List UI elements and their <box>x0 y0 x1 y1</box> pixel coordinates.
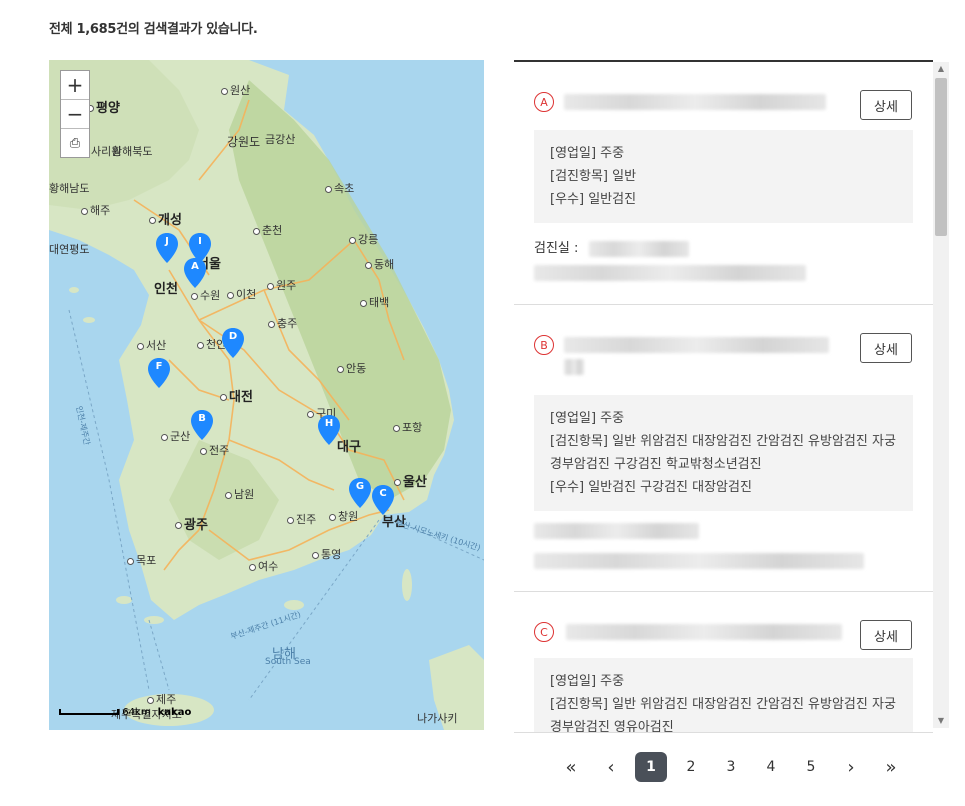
map-label-jinju: 진주 <box>287 511 316 527</box>
map-label-ulsan: 울산 <box>394 471 427 490</box>
map-label-hwanghaenamdo: 황해남도 <box>49 182 90 195</box>
map-label-gangwondo: 강원도 <box>227 135 261 149</box>
map-label-chungju: 충주 <box>268 315 297 331</box>
scroll-down-icon[interactable]: ▼ <box>933 714 949 728</box>
map-label-suwon: 수원 <box>191 287 220 303</box>
map-label-seosan: 서산 <box>137 337 166 353</box>
item-badge: A <box>534 92 554 112</box>
map-label-tongyeong: 통영 <box>312 546 341 562</box>
map-marker-d[interactable]: D <box>222 328 244 358</box>
item-address <box>534 553 913 573</box>
map-label-gangneung: 강릉 <box>349 231 378 247</box>
item-room-redacted <box>588 240 689 257</box>
item-address <box>534 264 913 285</box>
map-label-daejeon: 대전 <box>220 386 253 405</box>
map-label-yeosu: 여수 <box>249 558 278 574</box>
map-label-jeju: 제주 <box>147 691 176 707</box>
map-marker-b[interactable]: B <box>191 410 213 440</box>
scrollbar-thumb[interactable] <box>935 78 947 236</box>
item-address-redacted <box>534 264 806 281</box>
item-info: [영업일] 주중 [검진항목] 일반 위암검진 대장암검진 간암검진 유방암검진… <box>534 658 913 732</box>
zoom-in-button[interactable]: + <box>61 71 89 100</box>
first-page-button[interactable]: « <box>555 752 587 782</box>
map-label-geumgangsan: 금강산 <box>265 133 296 146</box>
page-2-button[interactable]: 2 <box>675 752 707 782</box>
page-5-button[interactable]: 5 <box>795 752 827 782</box>
item-badge: C <box>534 622 554 642</box>
map-label-gunsan: 군산 <box>161 428 190 444</box>
map-label-gwangju: 광주 <box>175 514 208 533</box>
map-scale: 64km kakao <box>59 707 191 718</box>
item-address-redacted <box>534 553 864 569</box>
page-3-button[interactable]: 3 <box>715 752 747 782</box>
detail-button[interactable]: 상세 <box>860 620 912 650</box>
map-marker-h[interactable]: H <box>318 415 340 445</box>
list-item: B 상세 [영업일] 주중 [검진항목] 일반 위암검진 대장암검진 간암검진 … <box>514 305 933 592</box>
map-label-haeju: 해주 <box>81 202 110 218</box>
scroll-up-icon[interactable]: ▲ <box>933 62 949 76</box>
item-title-redacted <box>566 624 842 640</box>
map-label-kaesong: 개성 <box>149 209 182 228</box>
detail-button[interactable]: 상세 <box>860 333 912 363</box>
item-room-redacted <box>534 523 699 539</box>
map-label-changwon: 창원 <box>329 508 358 524</box>
map-label-taebaek: 태백 <box>360 294 389 310</box>
map-provider-logo: kakao <box>157 707 192 718</box>
prev-page-button[interactable]: ‹ <box>595 752 627 782</box>
map-label-sokcho: 속초 <box>325 180 354 196</box>
map-marker-c[interactable]: C <box>372 485 394 515</box>
map-label-donghae: 동해 <box>365 256 394 272</box>
map-marker-j[interactable]: J <box>156 233 178 263</box>
map-label-incheon: 인천 <box>154 282 178 297</box>
pagination: « ‹ 1 2 3 4 5 › » <box>555 752 915 782</box>
last-page-button[interactable]: » <box>875 752 907 782</box>
item-title-redacted <box>564 337 829 353</box>
map-marker-a[interactable]: A <box>184 258 206 288</box>
map-label-wonju: 원주 <box>267 277 296 293</box>
map-label-namwon: 남원 <box>225 486 254 502</box>
item-title-redacted <box>564 94 826 110</box>
zoom-out-button[interactable]: − <box>61 100 89 129</box>
map-label-jeonju: 전주 <box>200 442 229 458</box>
list-item: A 상세 [영업일] 주중 [검진항목] 일반 [우수] 일반검진 검진실 : <box>514 62 933 305</box>
detail-button[interactable]: 상세 <box>860 90 912 120</box>
map-label-chuncheon: 춘천 <box>253 222 282 238</box>
map-marker-g[interactable]: G <box>349 478 371 508</box>
map-label-pyongyang: 평양 <box>87 97 120 116</box>
map-label-icheon: 이천 <box>227 286 256 302</box>
result-count: 전체 1,685건의 검색결과가 있습니다. <box>49 22 258 37</box>
map-marker-f[interactable]: F <box>148 358 170 388</box>
map-label-nagasaki: 나가사키 <box>417 712 458 725</box>
item-info: [영업일] 주중 [검진항목] 일반 [우수] 일반검진 <box>534 130 913 223</box>
map-label-yeonpyeongdo: 대연평도 <box>49 243 90 256</box>
scale-bar <box>59 709 119 715</box>
item-title-redacted <box>564 359 584 375</box>
map-label-hwanghaebukdo: 황해북도 <box>112 145 153 158</box>
page-1-button[interactable]: 1 <box>635 752 667 782</box>
map[interactable]: 평양 사리원 황해북도 황해남도 해주 개성 원산 강원도 금강산 속초 강릉 … <box>49 60 484 730</box>
item-room: 검진실 : <box>534 237 913 257</box>
item-badge: B <box>534 335 554 355</box>
item-info: [영업일] 주중 [검진항목] 일반 위암검진 대장암검진 간암검진 유방암검진… <box>534 395 913 511</box>
print-icon[interactable]: ⎙ <box>61 129 89 157</box>
next-page-button[interactable]: › <box>835 752 867 782</box>
scale-text: 64km <box>122 707 151 718</box>
map-label-wonsan: 원산 <box>221 82 250 98</box>
item-room <box>534 523 913 543</box>
map-label-andong: 안동 <box>337 360 366 376</box>
map-label-pohang: 포항 <box>393 419 422 435</box>
map-label-daegu: 대구 <box>337 440 361 455</box>
map-zoom-control: + − ⎙ <box>60 70 90 158</box>
map-label-southsea: South Sea <box>265 657 311 667</box>
result-list[interactable]: A 상세 [영업일] 주중 [검진항목] 일반 [우수] 일반검진 검진실 : … <box>514 60 933 733</box>
list-item: C 상세 [영업일] 주중 [검진항목] 일반 위암검진 대장암검진 간암검진 … <box>514 592 933 732</box>
list-scrollbar[interactable]: ▲ ▼ <box>933 62 949 728</box>
map-label-mokpo: 목포 <box>127 552 156 568</box>
page-4-button[interactable]: 4 <box>755 752 787 782</box>
